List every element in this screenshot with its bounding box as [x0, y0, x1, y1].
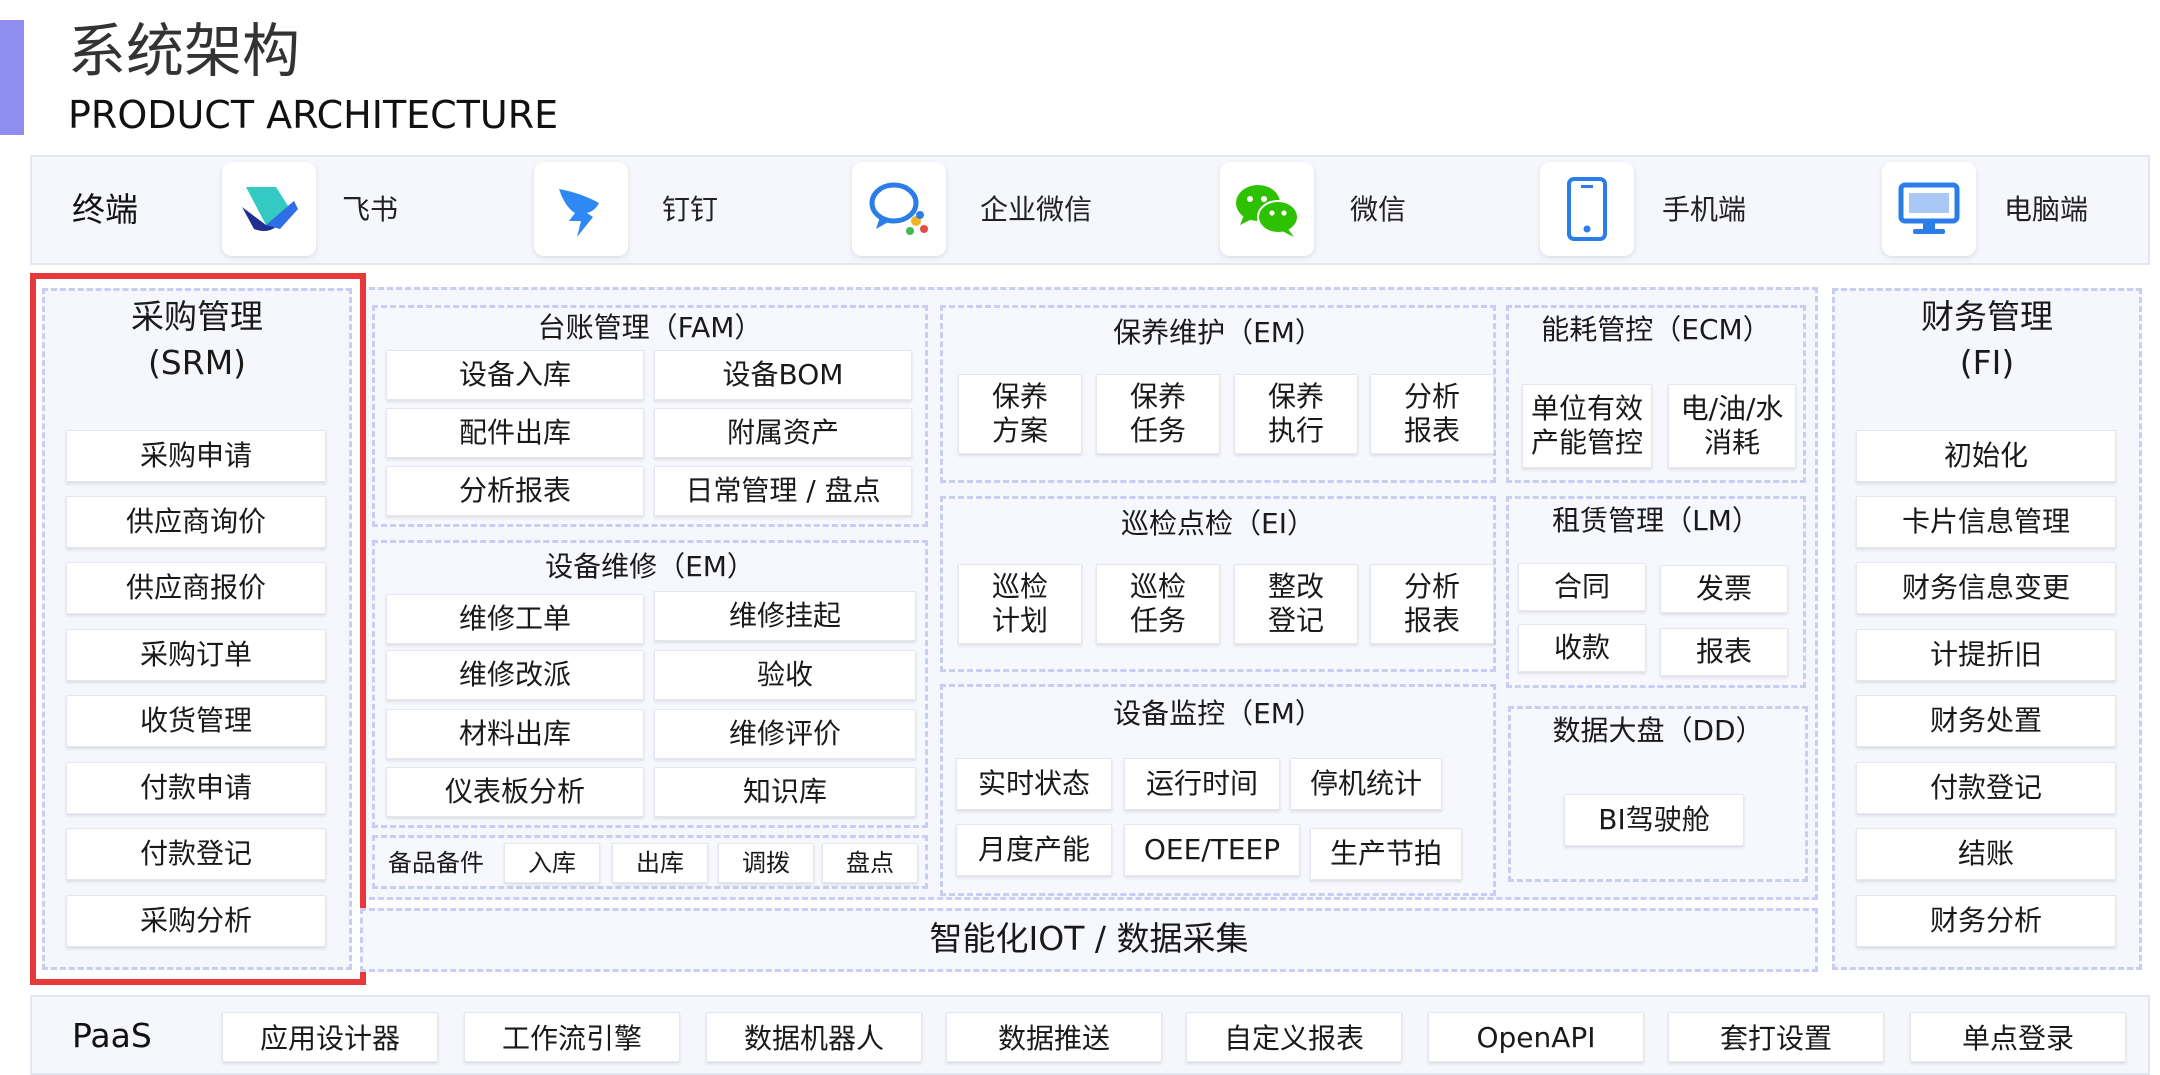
- monitor-item[interactable]: 生产节拍: [1310, 828, 1462, 880]
- maintenance-item[interactable]: 保养 执行: [1234, 374, 1358, 454]
- inspection-item[interactable]: 分析 报表: [1370, 564, 1494, 644]
- fam-item[interactable]: 附属资产: [654, 408, 912, 458]
- wechat-icon: [1236, 185, 1299, 237]
- lease-item[interactable]: 报表: [1660, 628, 1788, 676]
- energy-title: 能耗管控（ECM）: [1541, 313, 1771, 346]
- energy-item[interactable]: 电/油/水 消耗: [1668, 384, 1796, 468]
- fi-item[interactable]: 财务信息变更: [1856, 562, 2116, 614]
- fam-item[interactable]: 日常管理 / 盘点: [654, 466, 912, 516]
- desktop-monitor-icon: [1898, 182, 1960, 234]
- repair-item[interactable]: 维修改派: [386, 650, 644, 700]
- paas-item[interactable]: 数据机器人: [706, 1012, 922, 1062]
- paas-item[interactable]: 套打设置: [1668, 1012, 1884, 1062]
- paas-item[interactable]: 工作流引擎: [464, 1012, 680, 1062]
- desktop-tile[interactable]: [1882, 162, 1976, 256]
- wecom-label: 企业微信: [980, 193, 1093, 226]
- fi-title-cn: 财务管理: [1921, 297, 2053, 336]
- paas-label: PaaS: [72, 1016, 152, 1055]
- dashboard-item[interactable]: BI驾驶舱: [1564, 794, 1744, 846]
- energy-item[interactable]: 单位有效 产能管控: [1522, 384, 1652, 468]
- monitor-item[interactable]: 实时状态: [956, 758, 1112, 810]
- maintenance-item[interactable]: 保养 任务: [1096, 374, 1220, 454]
- repair-item[interactable]: 维修挂起: [654, 591, 916, 641]
- maintenance-title: 保养维护（EM）: [1113, 316, 1323, 349]
- page-title: 系统架构: [68, 17, 301, 85]
- fi-item[interactable]: 财务处置: [1856, 695, 2116, 747]
- fi-item[interactable]: 初始化: [1856, 430, 2116, 482]
- fi-item[interactable]: 结账: [1856, 828, 2116, 880]
- dingtalk-tile[interactable]: [534, 162, 628, 256]
- feishu-icon: [242, 187, 298, 231]
- inspection-item[interactable]: 巡检 计划: [958, 564, 1082, 644]
- repair-item[interactable]: 验收: [654, 650, 916, 700]
- monitor-item[interactable]: 运行时间: [1124, 758, 1280, 810]
- page-subtitle: PRODUCT ARCHITECTURE: [68, 93, 559, 137]
- fam-title: 台账管理（FAM）: [537, 311, 763, 344]
- maintenance-item[interactable]: 分析 报表: [1370, 374, 1494, 454]
- repair-title: 设备维修（EM）: [545, 550, 755, 583]
- dashboard-title: 数据大盘（DD）: [1552, 714, 1764, 747]
- monitor-title: 设备监控（EM）: [1113, 697, 1323, 730]
- mobile-tile[interactable]: [1540, 162, 1634, 256]
- inspection-item[interactable]: 整改 登记: [1234, 564, 1358, 644]
- desktop-label: 电脑端: [2004, 193, 2089, 226]
- paas-item[interactable]: 数据推送: [946, 1012, 1162, 1062]
- lease-title: 租赁管理（LM）: [1552, 504, 1760, 537]
- repair-item[interactable]: 维修评价: [654, 709, 916, 759]
- terminal-label: 终端: [72, 190, 138, 229]
- repair-item[interactable]: 材料出库: [386, 709, 644, 759]
- maintenance-item[interactable]: 保养 方案: [958, 374, 1082, 454]
- fam-item[interactable]: 设备入库: [386, 350, 644, 400]
- monitor-item[interactable]: OEE/TEEP: [1124, 824, 1300, 876]
- wechat-label: 微信: [1350, 193, 1407, 226]
- lease-item[interactable]: 合同: [1518, 563, 1646, 611]
- mobile-phone-icon: [1567, 177, 1607, 241]
- fi-item[interactable]: 计提折旧: [1856, 629, 2116, 681]
- wecom-icon: [869, 182, 928, 235]
- spare-item[interactable]: 入库: [504, 843, 600, 883]
- wecom-tile[interactable]: [852, 162, 946, 256]
- inspection-item[interactable]: 巡检 任务: [1096, 564, 1220, 644]
- fi-item[interactable]: 付款登记: [1856, 762, 2116, 814]
- fam-item[interactable]: 分析报表: [386, 466, 644, 516]
- monitor-item[interactable]: 停机统计: [1290, 758, 1442, 810]
- iot-label: 智能化IOT / 数据采集: [929, 919, 1249, 958]
- lease-item[interactable]: 收款: [1518, 624, 1646, 672]
- dingtalk-label: 钉钉: [662, 193, 719, 226]
- paas-item[interactable]: 自定义报表: [1186, 1012, 1402, 1062]
- feishu-label: 飞书: [342, 193, 399, 226]
- spare-item[interactable]: 调拨: [718, 843, 814, 883]
- inspection-title: 巡检点检（EI）: [1121, 507, 1315, 540]
- feishu-tile[interactable]: [222, 162, 316, 256]
- repair-item[interactable]: 仪表板分析: [386, 767, 644, 817]
- fam-item[interactable]: 设备BOM: [654, 350, 912, 400]
- lease-item[interactable]: 发票: [1660, 565, 1788, 613]
- accent-bar: [0, 20, 24, 135]
- mobile-label: 手机端: [1662, 193, 1747, 226]
- monitor-item[interactable]: 月度产能: [956, 824, 1112, 876]
- fi-title: 财务管理 (FI): [1832, 294, 2142, 386]
- fi-title-code: (FI): [1959, 343, 2015, 382]
- fam-item[interactable]: 配件出库: [386, 408, 644, 458]
- spare-item[interactable]: 盘点: [822, 843, 918, 883]
- repair-item[interactable]: 维修工单: [386, 594, 644, 644]
- fi-item[interactable]: 卡片信息管理: [1856, 496, 2116, 548]
- wechat-tile[interactable]: [1220, 162, 1314, 256]
- srm-highlight-box: [30, 273, 366, 985]
- paas-item[interactable]: 单点登录: [1910, 1012, 2126, 1062]
- spare-item[interactable]: 出库: [612, 843, 708, 883]
- spare-title: 备品备件: [388, 849, 484, 877]
- dingtalk-icon: [559, 189, 599, 237]
- paas-item[interactable]: OpenAPI: [1428, 1012, 1644, 1062]
- repair-item[interactable]: 知识库: [654, 767, 916, 817]
- fi-item[interactable]: 财务分析: [1856, 895, 2116, 947]
- paas-item[interactable]: 应用设计器: [222, 1012, 438, 1062]
